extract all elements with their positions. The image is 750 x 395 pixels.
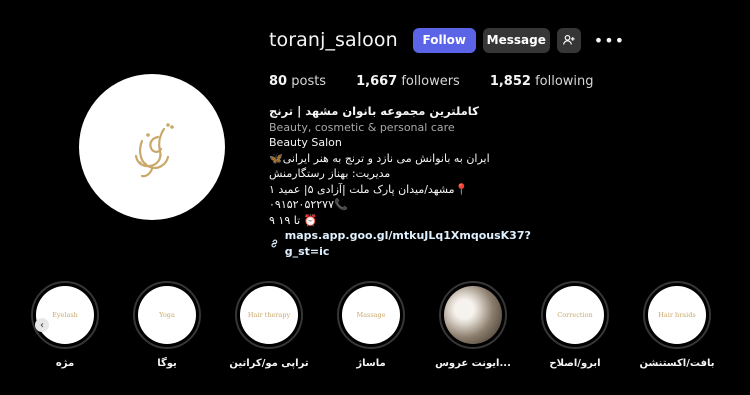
- bio-line: ۹ تا ۱۹ ⏰: [269, 213, 318, 227]
- highlight-caption: مژه: [55, 358, 75, 369]
- highlight-ring: [439, 281, 507, 349]
- highlight-item[interactable]: Massage ماساژ: [331, 281, 411, 369]
- bio-line: مشهد/میدان پارک ملت |آزادی ۵| عمید ۱📍: [269, 182, 469, 196]
- highlight-ring: Hair braids: [643, 281, 711, 349]
- posts-label: posts: [291, 74, 327, 89]
- following-count: 1,852: [489, 74, 531, 89]
- profile-stats: 80 posts 1,667 followers 1,852 following: [269, 74, 624, 89]
- highlight-ring: Massage: [337, 281, 405, 349]
- posts-stat[interactable]: 80 posts: [269, 74, 326, 89]
- highlight-ring: Eyelash: [31, 281, 99, 349]
- highlight-caption: ابرو/اصلاح: [549, 358, 601, 369]
- bio-line: مدیریت: بهناز رستگارمنش: [269, 167, 391, 180]
- following-label: following: [535, 74, 594, 89]
- highlight-cover-text: Hair therapy: [240, 286, 298, 344]
- more-options-icon[interactable]: •••: [594, 31, 625, 50]
- highlight-ring: Correction: [541, 281, 609, 349]
- highlight-item[interactable]: Hair therapy تراپی مو/کراتین: [229, 281, 309, 369]
- highlight-item[interactable]: ایونت عروس...: [433, 281, 513, 369]
- highlight-cover-photo: [444, 286, 502, 344]
- highlight-item[interactable]: Yoga یوگا: [127, 281, 207, 369]
- link-icon: [271, 239, 278, 248]
- highlight-cover-text: Eyelash: [36, 286, 94, 344]
- bio-name: کاملترین مجموعه بانوان مشهد | ترنج: [269, 104, 479, 118]
- highlight-ring: Yoga: [133, 281, 201, 349]
- highlight-cover-text: Hair braids: [648, 286, 706, 344]
- following-stat[interactable]: 1,852 following: [490, 74, 594, 89]
- bio-line: Beauty Salon: [269, 136, 342, 149]
- add-person-icon: [562, 34, 575, 45]
- bio-link[interactable]: maps.app.goo.gl/mtkuJLq1XmqousK37?g_st=i…: [269, 228, 569, 259]
- highlight-caption: ایونت عروس...: [435, 358, 511, 369]
- bio-line: 🦋ایران به بانوانش می نازد و ترنج به هنر …: [269, 151, 490, 165]
- follow-button[interactable]: Follow: [412, 27, 476, 53]
- profile-header: toranj_saloon Follow Message •••: [269, 26, 625, 54]
- highlight-caption: بافت/اکستنشن: [639, 358, 715, 369]
- suggest-users-button[interactable]: [556, 27, 581, 53]
- highlight-item[interactable]: Hair braids بافت/اکستنشن: [637, 281, 717, 369]
- highlight-caption: یوگا: [157, 358, 177, 369]
- bio-category: Beauty, cosmetic & personal care: [269, 120, 455, 134]
- followers-stat[interactable]: 1,667 followers: [356, 74, 460, 89]
- highlight-ring: Hair therapy: [235, 281, 303, 349]
- highlight-item[interactable]: Correction ابرو/اصلاح: [535, 281, 615, 369]
- highlight-cover-text: Correction: [546, 286, 604, 344]
- followers-label: followers: [401, 74, 460, 89]
- message-button[interactable]: Message: [482, 27, 550, 53]
- profile-avatar[interactable]: [79, 74, 225, 220]
- bio-link-text: maps.app.goo.gl/mtkuJLq1XmqousK37?g_st=i…: [284, 229, 531, 258]
- highlight-cover-text: Massage: [342, 286, 400, 344]
- posts-count: 80: [269, 74, 288, 89]
- highlight-caption: تراپی مو/کراتین: [229, 358, 309, 369]
- username: toranj_saloon: [269, 29, 398, 51]
- highlight-cover-text: Yoga: [138, 286, 196, 344]
- toranj-logo: [134, 123, 174, 178]
- followers-count: 1,667: [356, 74, 398, 89]
- chevron-left-icon[interactable]: ‹: [35, 318, 49, 332]
- highlight-caption: ماساژ: [356, 358, 386, 369]
- profile-bio: کاملترین مجموعه بانوان مشهد | ترنج Beaut…: [269, 104, 569, 259]
- bio-line: ۰۹۱۵۲۰۵۲۲۷۷📞: [269, 198, 348, 211]
- story-highlights: Eyelash مژه Yoga یوگا Hair therapy تراپی…: [0, 281, 750, 381]
